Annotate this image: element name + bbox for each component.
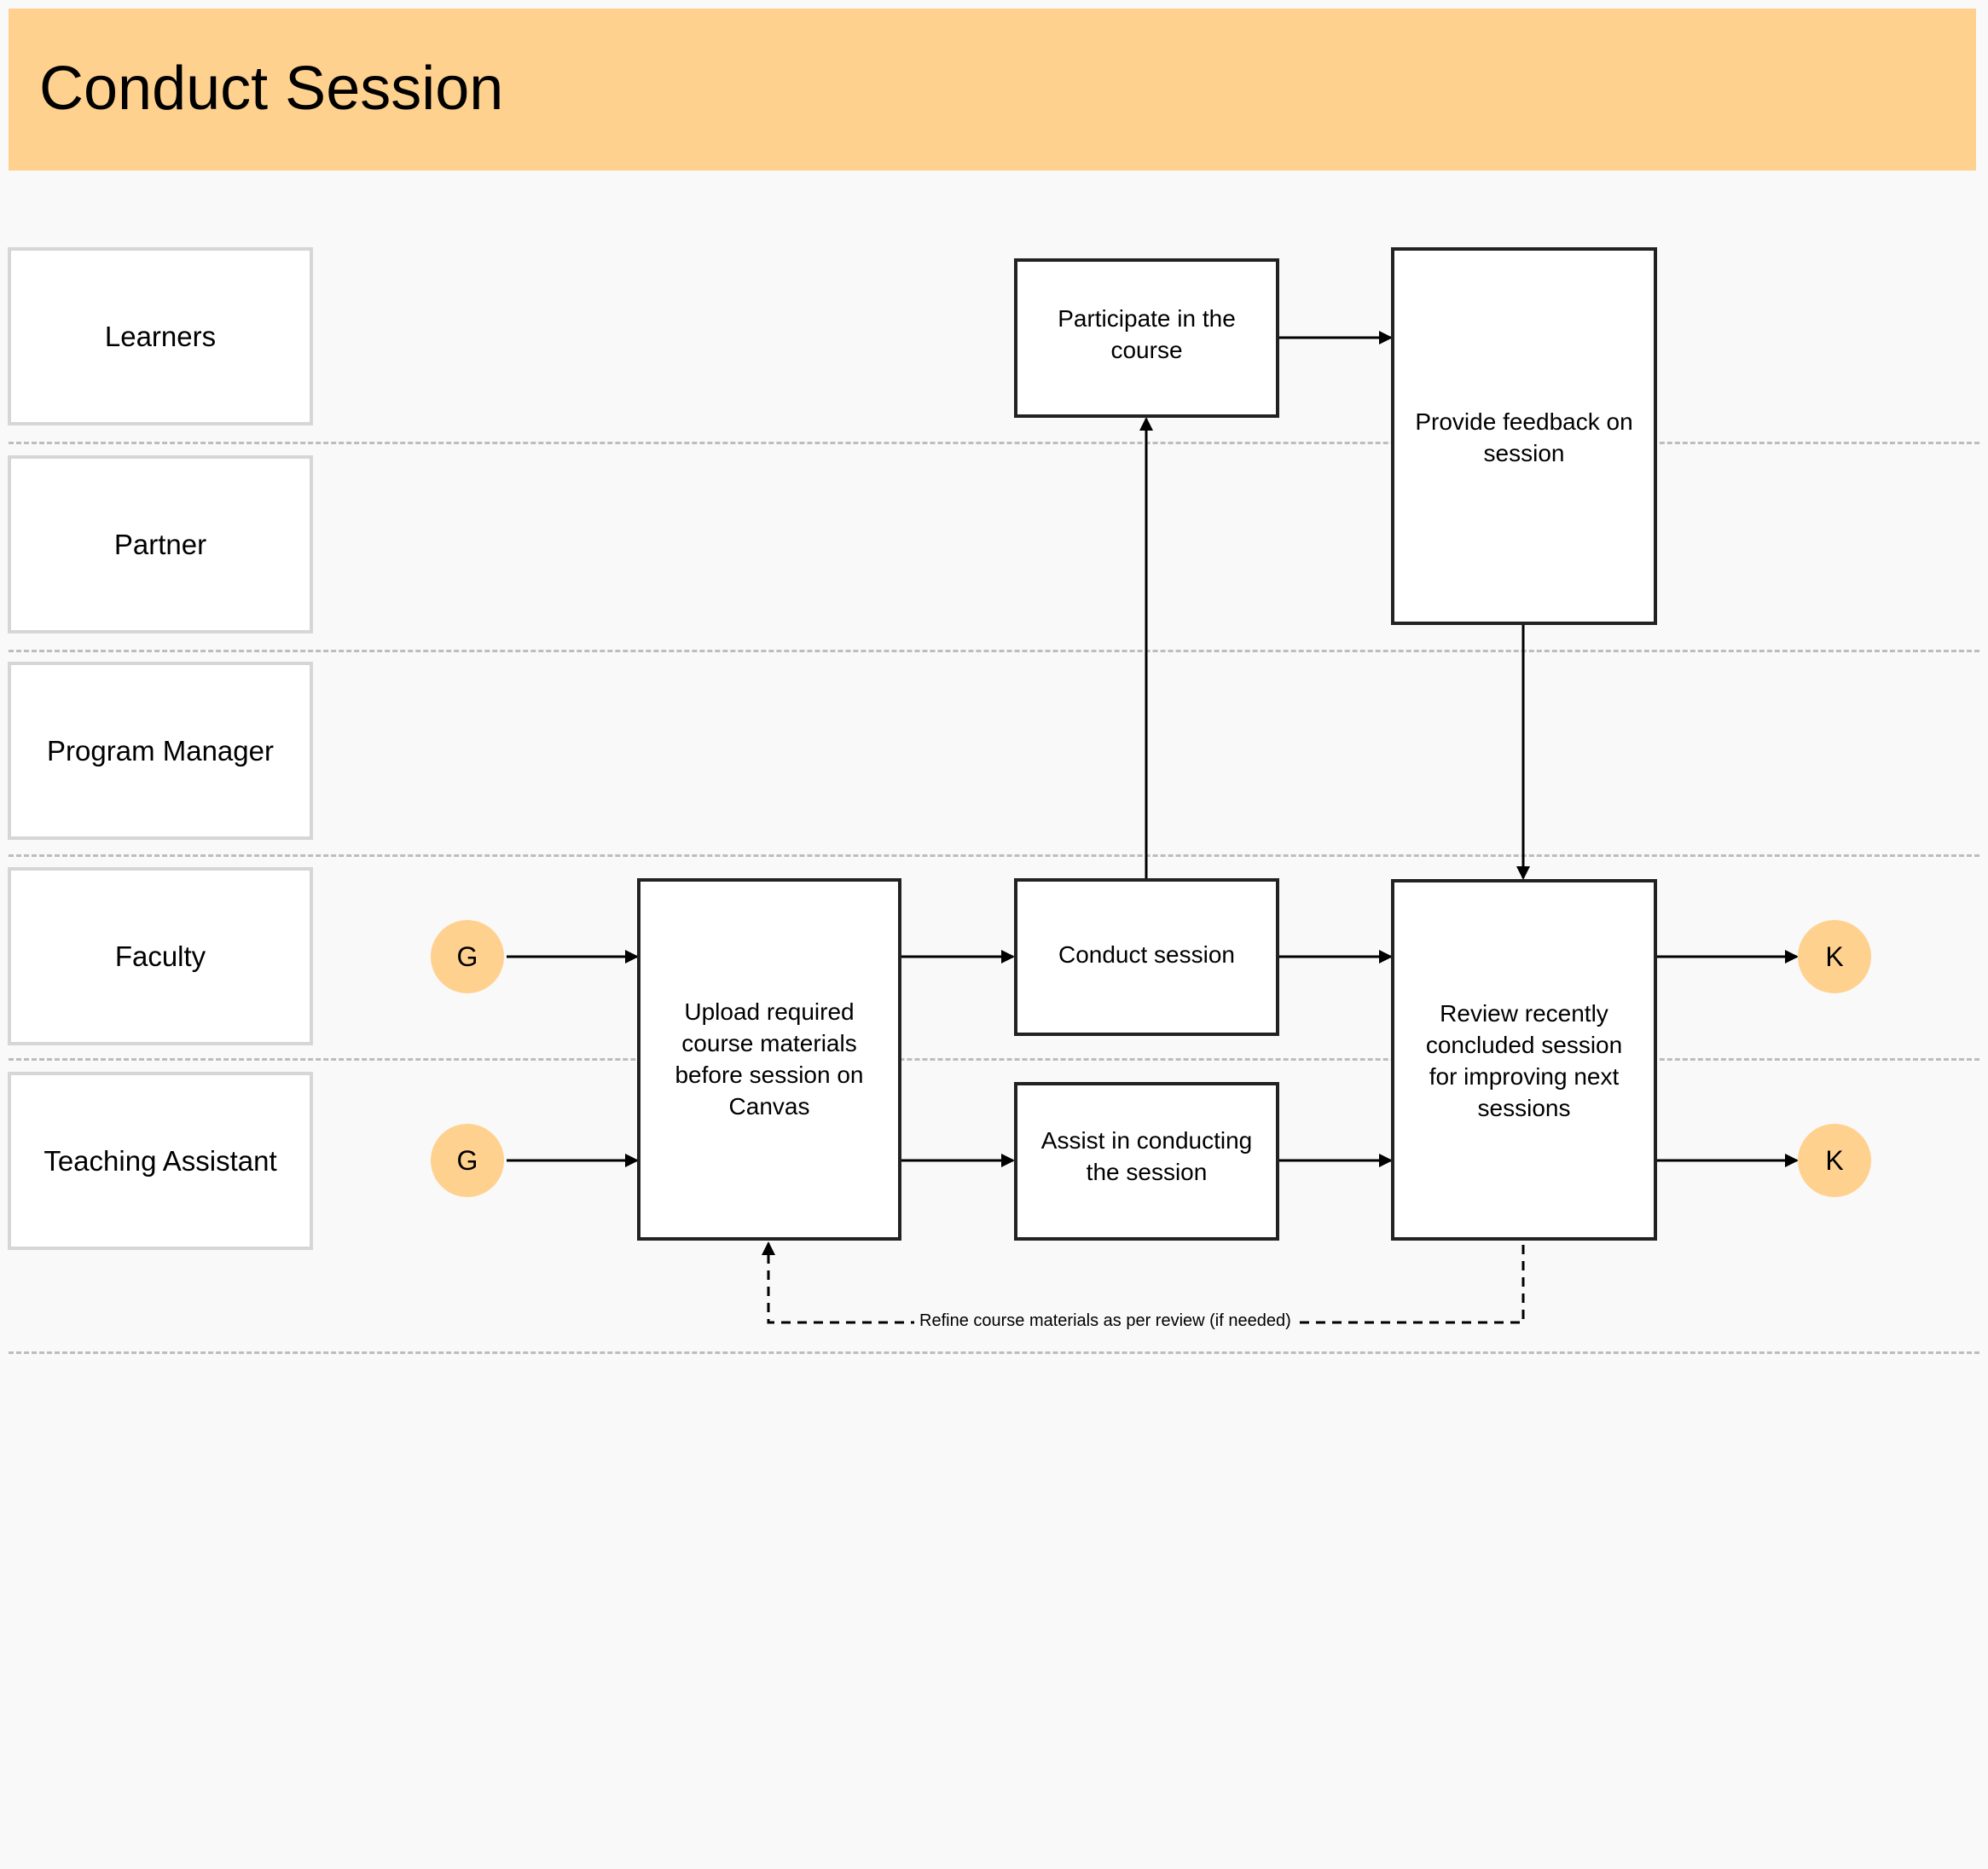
node-provide-feedback[interactable]: Provide feedback on session — [1391, 247, 1657, 625]
node-participate[interactable]: Participate in the course — [1014, 258, 1279, 418]
connector-letter: K — [1825, 940, 1844, 972]
node-assist-session[interactable]: Assist in conducting the session — [1014, 1082, 1279, 1241]
node-text: Assist in conducting the session — [1040, 1127, 1253, 1185]
connector-letter: G — [456, 940, 478, 972]
node-conduct-session[interactable]: Conduct session — [1014, 878, 1279, 1036]
start-connector-ta[interactable]: G — [431, 1124, 504, 1197]
connector-letter: K — [1825, 1144, 1844, 1176]
node-text: Review recently concluded session for im… — [1425, 1000, 1623, 1121]
end-connector-faculty[interactable]: K — [1798, 920, 1871, 993]
start-connector-faculty[interactable]: G — [431, 920, 504, 993]
connector-letter: G — [456, 1144, 478, 1176]
node-text: Provide feedback on session — [1415, 408, 1633, 466]
node-text: Participate in the course — [1058, 304, 1236, 363]
connector-lines — [507, 331, 1799, 1324]
loop-label: Refine course materials as per review (i… — [914, 1311, 1296, 1331]
node-text: Upload required course materials before … — [675, 998, 864, 1120]
node-text: Conduct session — [1058, 941, 1235, 968]
node-review-session[interactable]: Review recently concluded session for im… — [1391, 879, 1657, 1241]
end-connector-ta[interactable]: K — [1798, 1124, 1871, 1197]
node-upload-materials[interactable]: Upload required course materials before … — [637, 878, 901, 1241]
